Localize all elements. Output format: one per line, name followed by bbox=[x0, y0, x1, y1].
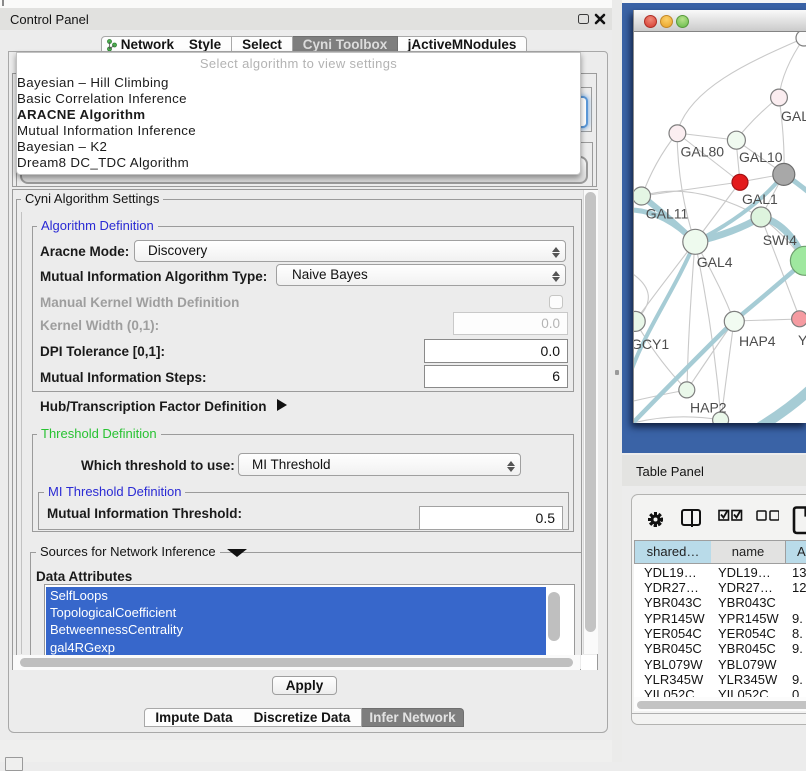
svg-text:HAP4: HAP4 bbox=[739, 333, 776, 349]
svg-text:GAL10: GAL10 bbox=[739, 149, 783, 165]
svg-text:GAL1: GAL1 bbox=[742, 191, 778, 207]
svg-text:GCY1: GCY1 bbox=[634, 336, 669, 352]
svg-text:Y: Y bbox=[798, 332, 806, 348]
svg-text:GAL2: GAL2 bbox=[781, 108, 806, 124]
svg-text:SWI4: SWI4 bbox=[763, 232, 797, 248]
svg-text:GAL4: GAL4 bbox=[697, 254, 733, 270]
svg-text:GAL80: GAL80 bbox=[681, 144, 725, 160]
svg-text:GAL11: GAL11 bbox=[646, 206, 689, 222]
svg-text:HAP2: HAP2 bbox=[690, 400, 727, 416]
